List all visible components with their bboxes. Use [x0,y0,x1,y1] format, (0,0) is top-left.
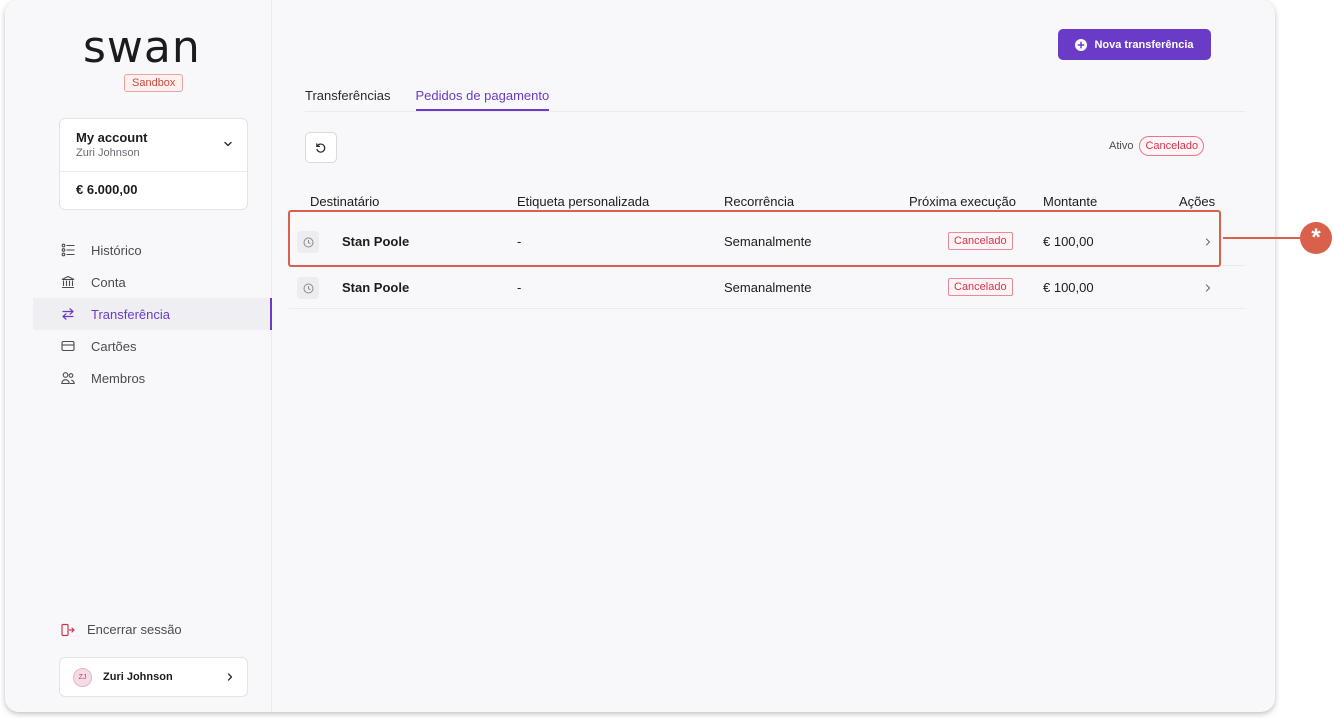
callout-marker: * [1300,222,1332,254]
transfer-arrows-icon [62,308,74,320]
app-window: swan Sandbox My account Zuri Johnson € 6… [5,0,1275,712]
clock-icon [297,231,319,253]
filter-canceled-chip[interactable]: Cancelado [1139,136,1205,156]
table-row[interactable]: Stan Poole - Semanalmente Cancelado € 10… [289,220,1245,264]
column-header-actions: Ações [1179,194,1216,209]
brand-logo: swan [83,22,201,73]
table-row[interactable]: Stan Poole - Semanalmente Cancelado € 10… [289,265,1245,309]
status-filter: Ativo Cancelado [1103,136,1205,156]
account-header[interactable]: My account Zuri Johnson [60,119,247,172]
logout-button[interactable]: Encerrar sessão [61,622,182,637]
custom-label-cell: - [517,280,522,295]
refresh-button[interactable] [305,132,337,163]
sidebar-nav: Histórico Conta Transferência Cartões Me… [33,234,272,394]
sidebar-item-membros[interactable]: Membros [33,362,272,394]
account-holder: Zuri Johnson [76,147,140,159]
column-header-custom-label: Etiqueta personalizada [517,194,650,209]
sidebar-item-label: Histórico [91,242,142,258]
new-transfer-button[interactable]: Nova transferência [1058,29,1211,60]
column-header-amount: Montante [1043,194,1098,209]
user-name: Zuri Johnson [103,671,173,683]
column-header-recipient: Destinatário [310,194,380,209]
account-selector[interactable]: My account Zuri Johnson € 6.000,00 [59,118,248,210]
amount-cell: € 100,00 [1043,234,1094,249]
status-badge: Cancelado [948,278,1013,296]
people-icon [61,372,75,385]
chevron-right-icon[interactable] [1204,237,1212,247]
refresh-icon [316,142,326,153]
filter-active-chip[interactable]: Ativo [1103,136,1139,156]
sidebar-item-transferencia[interactable]: Transferência [33,298,272,330]
amount-cell: € 100,00 [1043,280,1094,295]
logout-label: Encerrar sessão [87,622,182,637]
environment-badge: Sandbox [124,74,184,92]
main-content: Nova transferência Transferências Pedido… [273,0,1275,712]
sidebar-item-label: Cartões [91,338,137,354]
sidebar-item-conta[interactable]: Conta [33,266,272,298]
recurrence-cell: Semanalmente [724,280,812,295]
custom-label-cell: - [517,234,522,249]
callout-connector [1223,237,1300,239]
recurrence-cell: Semanalmente [724,234,812,249]
card-icon [61,340,75,352]
bank-icon [61,275,75,289]
sidebar-item-label: Membros [91,370,146,386]
status-badge: Cancelado [948,232,1013,250]
chevron-down-icon[interactable] [223,139,233,149]
user-menu[interactable]: ZJ Zuri Johnson [59,657,248,697]
column-header-recurrence: Recorrência [724,194,795,209]
avatar: ZJ [73,667,92,687]
recipient-cell: Stan Poole [342,234,410,249]
column-header-next-execution: Próxima execução [909,194,1016,209]
sidebar: swan Sandbox My account Zuri Johnson € 6… [5,0,272,712]
recipient-cell: Stan Poole [342,280,410,295]
sidebar-item-label: Transferência [91,306,170,322]
chevron-right-icon[interactable] [1204,283,1212,293]
plus-circle-icon [1075,38,1088,51]
tab-pedidos-de-pagamento[interactable]: Pedidos de pagamento [415,88,550,111]
clock-icon [297,277,319,299]
sidebar-item-cartoes[interactable]: Cartões [33,330,272,362]
tab-bar: Transferências Pedidos de pagamento [305,88,574,111]
sidebar-item-label: Conta [91,274,126,290]
chevron-right-icon [227,673,233,681]
sidebar-item-historico[interactable]: Histórico [33,234,272,266]
tab-divider [305,111,1245,112]
new-transfer-label: Nova transferência [1094,38,1194,51]
account-name: My account [76,130,148,145]
logout-icon [61,623,75,636]
tab-transferencias[interactable]: Transferências [305,88,391,111]
account-balance: € 6.000,00 [76,182,138,197]
list-icon [61,243,75,257]
